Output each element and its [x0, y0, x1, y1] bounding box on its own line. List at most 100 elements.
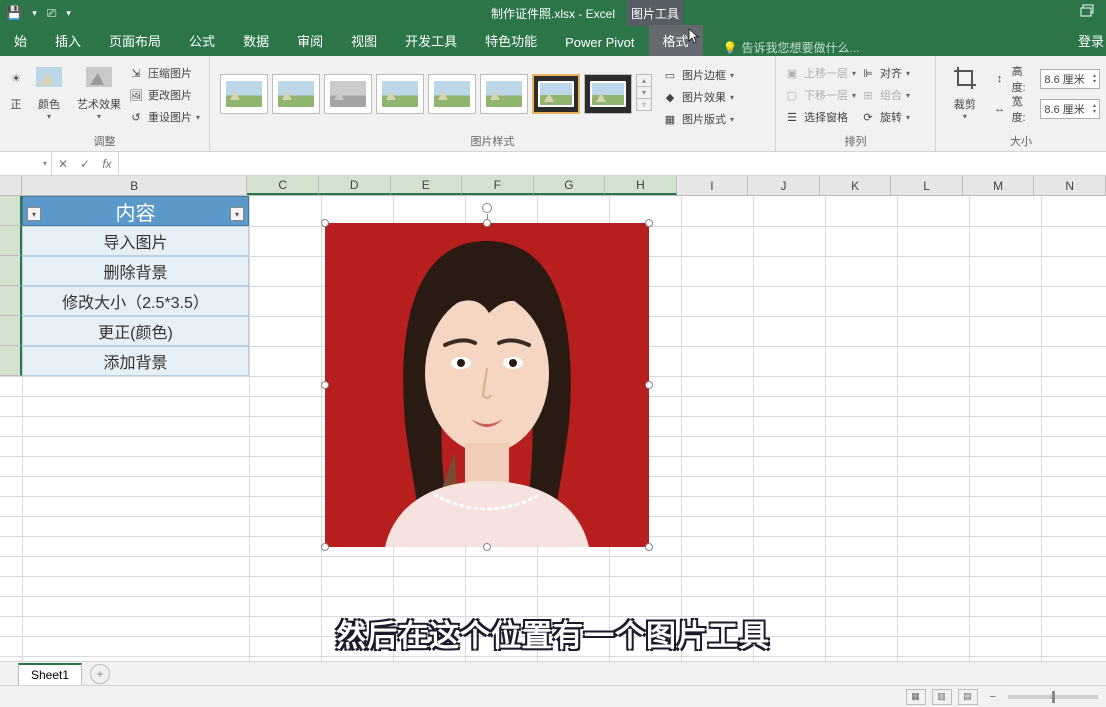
col-header-N[interactable]: N	[1034, 176, 1106, 195]
picture-layout-button[interactable]: ▦图片版式▾	[660, 108, 736, 130]
tab-format[interactable]: 格式	[649, 25, 703, 56]
inserted-picture[interactable]	[325, 223, 649, 547]
tab-special[interactable]: 特色功能	[471, 25, 551, 56]
login-link[interactable]: 登录	[1078, 31, 1106, 56]
cancel-formula-button[interactable]: ✕	[52, 157, 74, 171]
align-button[interactable]: ⊫对齐▾	[858, 62, 912, 84]
col-header-D[interactable]: D	[319, 176, 391, 195]
style-thumb-5[interactable]	[428, 74, 476, 114]
corrections-button[interactable]: ☀ 正	[6, 60, 26, 112]
handle-mr[interactable]	[645, 381, 653, 389]
save-icon[interactable]: 💾	[6, 5, 22, 21]
handle-tl[interactable]	[321, 219, 329, 227]
handle-tr[interactable]	[645, 219, 653, 227]
handle-bl[interactable]	[321, 543, 329, 551]
cell-b2[interactable]: 导入图片	[22, 226, 249, 256]
sheet-tab-1[interactable]: Sheet1	[18, 663, 82, 685]
row-header-5[interactable]	[0, 316, 22, 346]
artistic-effects-icon	[83, 62, 115, 94]
titlebar: 💾 ▾ ⎚ ▾ 制作证件照.xlsx - Excel 图片工具	[0, 0, 1106, 26]
filter-button-left[interactable]: ▾	[27, 207, 41, 221]
lightbulb-icon: 💡	[723, 41, 738, 55]
handle-bc[interactable]	[483, 543, 491, 551]
gallery-more-icon[interactable]: ▿	[636, 98, 652, 111]
artistic-effects-button[interactable]: 艺术效果▾	[72, 60, 126, 121]
col-header-K[interactable]: K	[820, 176, 892, 195]
crop-button[interactable]: 裁剪▾	[942, 60, 988, 121]
width-icon: ↔	[992, 101, 1008, 117]
selection-pane-button[interactable]: ☰选择窗格	[782, 106, 858, 128]
cell-b3[interactable]: 删除背景	[22, 256, 249, 286]
row-header-1[interactable]	[0, 196, 22, 226]
quick-access-dropdown-icon[interactable]: ▾	[32, 8, 37, 19]
style-thumb-3[interactable]	[324, 74, 372, 114]
height-icon: ↕	[992, 71, 1008, 87]
row-header-3[interactable]	[0, 256, 22, 286]
color-button[interactable]: 颜色▾	[26, 60, 72, 121]
handle-ml[interactable]	[321, 381, 329, 389]
send-backward-icon: ▢	[784, 87, 800, 103]
style-thumb-8[interactable]	[584, 74, 632, 114]
reset-picture-button[interactable]: ↺重设图片▾	[126, 106, 202, 128]
picture-effects-icon: ◆	[662, 89, 678, 105]
add-sheet-button[interactable]: +	[90, 664, 110, 684]
rotate-button[interactable]: ⟳旋转▾	[858, 106, 912, 128]
col-header-B[interactable]: B	[22, 176, 248, 195]
style-thumb-6[interactable]	[480, 74, 528, 114]
cell-b6[interactable]: 添加背景	[22, 346, 249, 376]
compress-picture-button[interactable]: ⇲压缩图片	[126, 62, 202, 84]
touch-mode-icon[interactable]: ⎚	[47, 6, 57, 21]
handle-tc[interactable]	[483, 219, 491, 227]
tab-data[interactable]: 数据	[229, 25, 283, 56]
tab-insert[interactable]: 插入	[41, 25, 95, 56]
col-header-G[interactable]: G	[534, 176, 606, 195]
row-header-2[interactable]	[0, 226, 22, 256]
width-input[interactable]: 8.6 厘米▴▾	[1040, 99, 1100, 119]
tab-developer[interactable]: 开发工具	[391, 25, 471, 56]
bring-forward-icon: ▣	[784, 65, 800, 81]
selection-pane-icon: ☰	[784, 109, 800, 125]
picture-border-button[interactable]: ▭图片边框▾	[660, 64, 736, 86]
col-header-I[interactable]: I	[677, 176, 749, 195]
cell-b4[interactable]: 修改大小（2.5*3.5）	[22, 286, 249, 316]
tab-power-pivot[interactable]: Power Pivot	[551, 29, 648, 56]
style-thumb-2[interactable]	[272, 74, 320, 114]
tab-page-layout[interactable]: 页面布局	[95, 25, 175, 56]
style-thumb-4[interactable]	[376, 74, 424, 114]
row-header-6[interactable]	[0, 346, 22, 376]
fx-button[interactable]: fx	[96, 157, 118, 171]
touch-dropdown-icon[interactable]: ▾	[66, 8, 71, 19]
ribbon-tabs: 始 插入 页面布局 公式 数据 审阅 视图 开发工具 特色功能 Power Pi…	[0, 26, 1106, 56]
col-header-F[interactable]: F	[462, 176, 534, 195]
zoom-slider[interactable]	[1008, 695, 1098, 699]
col-header-L[interactable]: L	[891, 176, 963, 195]
tab-formulas[interactable]: 公式	[175, 25, 229, 56]
style-thumb-7[interactable]	[532, 74, 580, 114]
rotate-handle[interactable]	[482, 203, 492, 213]
window-restore-icon[interactable]	[1080, 4, 1096, 21]
style-thumb-1[interactable]	[220, 74, 268, 114]
tab-view[interactable]: 视图	[337, 25, 391, 56]
name-box[interactable]: ▾	[0, 152, 52, 175]
picture-effects-button[interactable]: ◆图片效果▾	[660, 86, 736, 108]
change-picture-button[interactable]: 🖼更改图片	[126, 84, 202, 106]
handle-br[interactable]	[645, 543, 653, 551]
col-header-J[interactable]: J	[748, 176, 820, 195]
worksheet-grid[interactable]: 内容 ▾ ▾ 导入图片 删除背景 修改大小（2.5*3.5） 更正(颜色) 添加…	[0, 196, 1106, 661]
col-header-C[interactable]: C	[247, 176, 319, 195]
col-header-E[interactable]: E	[391, 176, 463, 195]
height-input[interactable]: 8.6 厘米▴▾	[1040, 69, 1100, 89]
enter-formula-button[interactable]: ✓	[74, 157, 96, 171]
select-all-corner[interactable]	[0, 176, 22, 195]
zoom-out-button[interactable]: −	[984, 691, 1002, 703]
formula-input[interactable]	[119, 152, 1106, 175]
col-header-H[interactable]: H	[605, 176, 677, 195]
tab-review[interactable]: 审阅	[283, 25, 337, 56]
row-header-4[interactable]	[0, 286, 22, 316]
tab-home-partial[interactable]: 始	[0, 25, 41, 56]
filter-button-right[interactable]: ▾	[230, 207, 244, 221]
cell-b5[interactable]: 更正(颜色)	[22, 316, 249, 346]
column-headers: B C D E F G H I J K L M N	[0, 176, 1106, 196]
col-header-M[interactable]: M	[963, 176, 1035, 195]
tell-me-search[interactable]: 💡 告诉我您想要做什么...	[723, 39, 860, 56]
